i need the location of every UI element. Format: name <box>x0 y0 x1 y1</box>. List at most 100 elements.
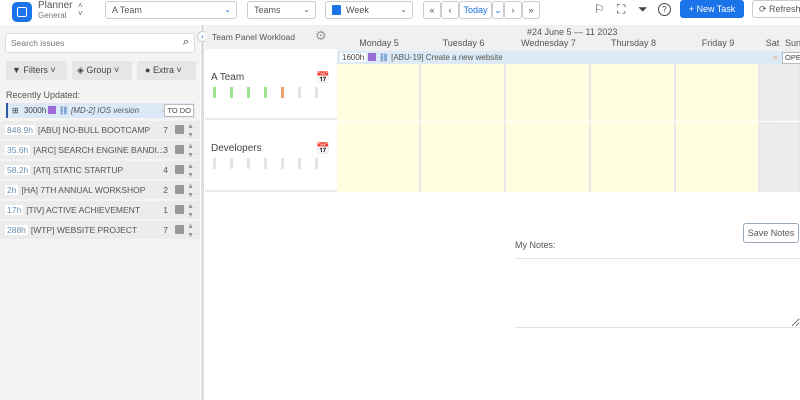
day-cell[interactable] <box>506 122 591 192</box>
project-count: 4 <box>163 165 168 175</box>
notes-textarea[interactable] <box>515 258 800 328</box>
workload-bar <box>230 87 233 98</box>
day-cell[interactable] <box>337 64 421 121</box>
task-check-icon[interactable] <box>175 185 184 194</box>
project-name: [ABU] NO-BULL BOOTCAMP <box>38 125 151 135</box>
project-row[interactable]: 288h [WTP] WEBSITE PROJECT 7 ▲ ▼ <box>0 221 200 239</box>
extra-button[interactable]: ● Extra ˅ <box>137 61 196 80</box>
day-cell[interactable] <box>760 122 785 192</box>
fullscreen-icon[interactable]: ⛶ <box>617 2 625 17</box>
workload-bar <box>281 87 284 98</box>
chevron-down-icon: ⌄ <box>224 5 231 14</box>
filter-icon[interactable]: ⏷ <box>638 2 648 17</box>
sort-icon[interactable]: ▲ ▼ <box>187 222 194 240</box>
project-name: [ARC] SEARCH ENGINE BANDI... <box>33 145 165 155</box>
workload-bar <box>298 87 301 98</box>
task-check-icon[interactable] <box>175 165 184 174</box>
epic-icon <box>368 53 377 61</box>
extra-label: Extra <box>152 65 174 75</box>
day-cell[interactable] <box>421 122 506 192</box>
task-check-icon[interactable] <box>175 145 184 154</box>
new-task-button[interactable]: + New Task <box>680 0 744 18</box>
flag-icon[interactable]: ⚐ <box>594 2 605 16</box>
team-schedule-icon[interactable]: 📅 <box>316 142 330 155</box>
day-cell[interactable] <box>506 64 591 121</box>
project-name: [ATI] STATIC STARTUP <box>33 165 124 175</box>
workload-bar <box>264 87 267 98</box>
workload-bar <box>281 158 284 169</box>
group-label: Group <box>86 65 112 75</box>
sort-icon[interactable]: ▲ ▼ <box>187 202 194 220</box>
help-icon[interactable]: ? <box>658 3 671 16</box>
last-button[interactable]: » <box>522 1 540 19</box>
project-row[interactable]: 58.2h [ATI] STATIC STARTUP 4 ▲ ▼ <box>0 161 200 179</box>
project-hours: 848.9h <box>5 125 35 135</box>
day-cell[interactable] <box>337 122 421 192</box>
sort-icon[interactable]: ▲ ▼ <box>187 142 194 160</box>
period-select[interactable]: Week ⌄ <box>325 1 413 19</box>
task-check-icon[interactable] <box>175 225 184 234</box>
calendar-icon <box>332 5 341 15</box>
layers-icon: ◈ <box>77 65 87 75</box>
day-cell[interactable] <box>421 64 506 121</box>
search-input[interactable] <box>11 38 171 48</box>
day-cell[interactable] <box>676 122 760 192</box>
day-header: Wednesday 7 <box>521 38 576 48</box>
app-switch-icon[interactable]: ˄ ˅ <box>78 2 83 18</box>
day-cell[interactable] <box>785 122 800 192</box>
more-icon: ● <box>145 65 153 75</box>
period-select-value: Week <box>346 5 369 15</box>
workload-bar <box>213 87 216 98</box>
project-hours: 58.2h <box>5 165 31 175</box>
sort-icon[interactable]: ▲ ▼ <box>187 182 194 200</box>
project-row[interactable]: 35.6h [ARC] SEARCH ENGINE BANDI... 3 ▲ ▼ <box>0 141 200 159</box>
workload-bar <box>247 87 250 98</box>
task-check-icon[interactable] <box>175 125 184 134</box>
recent-item[interactable]: ⊞ 3000h ⛓ [MD-2] IOS version = TO DO <box>6 103 195 118</box>
panel-divider[interactable] <box>201 25 204 400</box>
priority-icon: = <box>773 53 778 62</box>
day-cell[interactable] <box>591 122 676 192</box>
save-notes-button[interactable]: Save Notes <box>743 223 799 243</box>
search-icon[interactable]: ⌕ <box>183 36 189 49</box>
view-select[interactable]: Teams ⌄ <box>247 1 316 19</box>
chevron-down-icon: ⌄ <box>303 5 310 14</box>
workload-bar <box>315 158 318 169</box>
sort-icon[interactable]: ▲ ▼ <box>187 122 194 140</box>
day-header: Thursday 8 <box>610 38 657 48</box>
day-cell[interactable] <box>591 64 676 121</box>
project-row[interactable]: 17h [TIV] ACTIVE ACHIEVEMENT 1 ▲ ▼ <box>0 201 200 219</box>
team-select[interactable]: A Team ⌄ <box>105 1 237 19</box>
team-name[interactable]: A Team <box>211 72 244 83</box>
team-name[interactable]: Developers <box>211 143 262 154</box>
today-dropdown-icon[interactable]: ⌄ <box>492 1 504 19</box>
expand-icon[interactable]: ⊞ <box>12 106 19 115</box>
search-box[interactable]: ⌕ <box>5 33 195 53</box>
group-button[interactable]: ◈ Group ˅ <box>72 61 132 80</box>
project-name: [WTP] WEBSITE PROJECT <box>30 225 138 235</box>
day-cell[interactable] <box>785 64 800 121</box>
refresh-button[interactable]: ⟳ Refresh <box>752 0 800 18</box>
settings-icon[interactable]: ⚙ <box>315 28 327 44</box>
first-button[interactable]: « <box>423 1 441 19</box>
task-hours: 1600h <box>340 53 367 62</box>
task-status-badge: OPEN <box>782 52 800 64</box>
sort-icon[interactable]: ▲ ▼ <box>187 162 194 180</box>
day-cell[interactable] <box>760 64 785 121</box>
team-schedule-icon[interactable]: 📅 <box>316 71 330 84</box>
app-subtitle: General <box>38 11 67 20</box>
task-bar[interactable]: 1600h ⛓ [ABU-19] Create a new website = … <box>337 51 800 64</box>
epic-icon <box>48 106 57 114</box>
today-button[interactable]: Today <box>459 1 492 19</box>
task-check-icon[interactable] <box>175 205 184 214</box>
next-button[interactable]: › <box>504 1 522 19</box>
prev-button[interactable]: ‹ <box>441 1 459 19</box>
project-row[interactable]: 848.9h [ABU] NO-BULL BOOTCAMP 7 ▲ ▼ <box>0 121 200 139</box>
workload-bar <box>298 158 301 169</box>
task-title: [ABU-19] Create a new website <box>391 53 503 62</box>
day-cell[interactable] <box>676 64 760 121</box>
status-badge: TO DO <box>164 104 194 117</box>
project-row[interactable]: 2h [HA] 7TH ANNUAL WORKSHOP 2 ▲ ▼ <box>0 181 200 199</box>
project-hours: 35.6h <box>5 145 31 155</box>
filters-button[interactable]: ▼ Filters ˅ <box>6 61 67 80</box>
